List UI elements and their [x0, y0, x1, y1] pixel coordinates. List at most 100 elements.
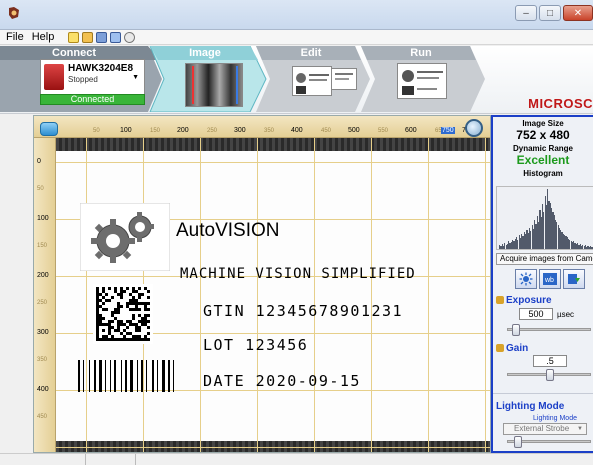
gain-slider-thumb[interactable]: [546, 369, 554, 381]
datamatrix-module: [99, 293, 102, 296]
maximize-button[interactable]: □: [539, 5, 561, 21]
camera-image[interactable]: AutoVISION MACHINE VISION SIMPLIFIED GTI…: [56, 138, 490, 452]
label-brand-text: AutoVISION: [176, 220, 280, 241]
datamatrix-module: [96, 311, 99, 314]
exposure-slider[interactable]: [507, 324, 591, 336]
datamatrix-module: [135, 338, 138, 341]
grid-line: [56, 447, 490, 448]
exposure-input[interactable]: 500: [519, 308, 553, 320]
image-viewer[interactable]: 1002003004005006007005015025035045055065…: [33, 115, 491, 453]
grid-line: [56, 162, 490, 163]
datamatrix-module: [132, 338, 135, 341]
svg-text:wb: wb: [544, 277, 554, 284]
datamatrix-module: [102, 317, 105, 320]
lighting-slider-thumb[interactable]: [514, 436, 522, 448]
datamatrix-module: [132, 308, 135, 311]
datamatrix-module: [99, 338, 102, 341]
save-icon[interactable]: [96, 31, 108, 43]
datamatrix-module: [99, 317, 102, 320]
autovision-gears-logo: [80, 203, 170, 271]
camera-selector[interactable]: HAWK3204E8 Stopped ▼: [40, 59, 145, 97]
lighting-slider[interactable]: [507, 436, 591, 448]
datamatrix-module: [147, 320, 150, 323]
barcode-bar: [110, 360, 111, 392]
datamatrix-module: [114, 290, 117, 293]
open-folder-icon[interactable]: [82, 31, 94, 43]
exposure-slider-thumb[interactable]: [512, 324, 520, 336]
barcode-bar: [137, 360, 138, 392]
camera-icon: [44, 64, 64, 90]
gain-slider[interactable]: [507, 369, 591, 381]
acquire-images-dropdown[interactable]: Acquire images from Came: [496, 253, 593, 265]
datamatrix-module: [111, 326, 114, 329]
datamatrix-module: [123, 323, 126, 326]
save-as-icon[interactable]: [110, 31, 122, 43]
barcode-bar: [83, 360, 84, 392]
minimize-button[interactable]: –: [515, 5, 537, 21]
ruler-tick-label: 500: [348, 127, 360, 134]
menu-help[interactable]: Help: [32, 31, 55, 43]
datamatrix-module: [96, 329, 99, 332]
ruler-tick-label: 300: [234, 127, 246, 134]
lock-icon[interactable]: [496, 296, 504, 305]
chevron-down-icon[interactable]: ▼: [132, 74, 139, 81]
datamatrix-module: [138, 329, 141, 332]
datamatrix-module: [147, 332, 150, 335]
datamatrix-module: [102, 329, 105, 332]
exposure-unit: µsec: [557, 310, 575, 319]
datamatrix-module: [108, 323, 111, 326]
datamatrix-module: [129, 323, 132, 326]
datamatrix-module: [126, 338, 129, 341]
download-image-icon[interactable]: [563, 269, 585, 289]
gain-input[interactable]: .5: [533, 355, 567, 367]
step-run-title: Run: [410, 47, 432, 59]
datamatrix-module: [108, 299, 111, 302]
datamatrix-module: [111, 311, 114, 314]
datamatrix-module: [102, 290, 105, 293]
datamatrix-module: [105, 335, 108, 338]
datamatrix-module: [96, 314, 99, 317]
datamatrix-module: [132, 287, 135, 290]
datamatrix-module: [105, 308, 108, 311]
edit-thumbnail: [292, 66, 332, 96]
datamatrix-module: [114, 311, 117, 314]
datamatrix-module: [105, 323, 108, 326]
datamatrix-module: [132, 290, 135, 293]
zoom-toggle-button[interactable]: [40, 122, 58, 136]
datamatrix-module: [117, 293, 120, 296]
barcode: [78, 360, 174, 392]
datamatrix-module: [102, 323, 105, 326]
datamatrix-module: [132, 317, 135, 320]
lighting-mode-label: Lighting Mode: [496, 401, 565, 412]
menu-file[interactable]: File: [6, 31, 24, 43]
lock-icon[interactable]: [496, 344, 504, 353]
ruler-tick-label: 250: [207, 128, 218, 134]
datamatrix-module: [138, 335, 141, 338]
datamatrix-module: [123, 335, 126, 338]
datamatrix-module: [117, 305, 120, 308]
datamatrix-module: [96, 323, 99, 326]
ruler-tick-label: 450: [37, 414, 48, 420]
datamatrix-module: [135, 302, 138, 305]
datamatrix-module: [132, 296, 135, 299]
datamatrix-module: [96, 299, 99, 302]
histogram-chart: [496, 186, 593, 250]
datamatrix-module: [108, 326, 111, 329]
datamatrix-module: [141, 338, 144, 341]
datamatrix-module: [102, 302, 105, 305]
white-balance-icon[interactable]: wb: [539, 269, 561, 289]
auto-adjust-icon[interactable]: [515, 269, 537, 289]
ruler-current-marker: 750: [441, 127, 455, 134]
ruler-tick-label: 400: [291, 127, 303, 134]
step-edit-title: Edit: [300, 47, 322, 59]
grid-line: [200, 138, 201, 452]
help-icon[interactable]: [68, 31, 80, 43]
datamatrix-module: [132, 299, 135, 302]
datamatrix-module: [141, 317, 144, 320]
ruler-tick-label: 600: [405, 127, 417, 134]
magnifier-icon[interactable]: [465, 119, 483, 137]
view-icon[interactable]: [124, 31, 136, 43]
lighting-mode-select[interactable]: External Strobe ▼: [503, 423, 587, 435]
dynamic-range-value: Excellent: [516, 153, 570, 167]
close-button[interactable]: ✕: [563, 5, 593, 21]
